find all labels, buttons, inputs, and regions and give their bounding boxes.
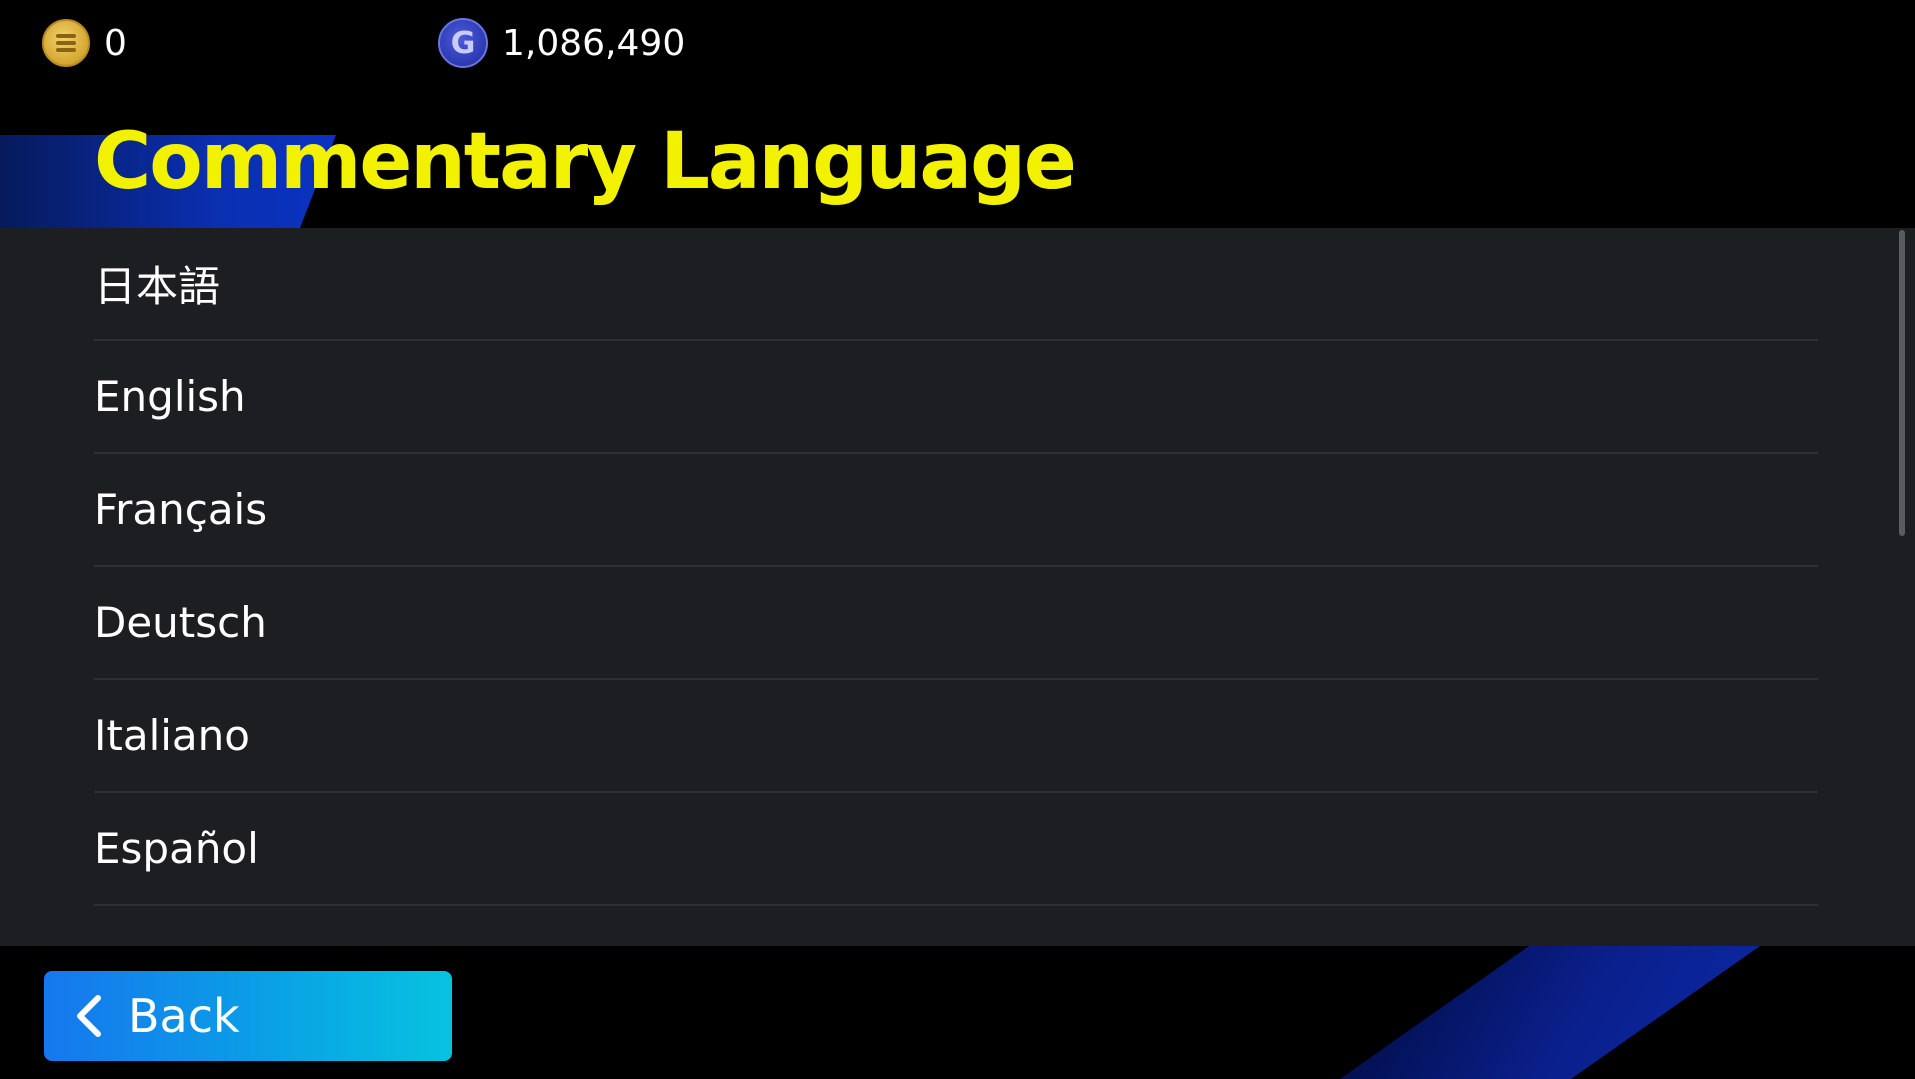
coins-value: 0 (104, 22, 127, 64)
language-option-french[interactable]: Français (94, 454, 1818, 567)
gp-display: G 1,086,490 (438, 18, 685, 68)
background-decoration-band (1340, 946, 1760, 1079)
language-option-spanish[interactable]: Español (94, 793, 1818, 906)
language-option-italian[interactable]: Italiano (94, 680, 1818, 793)
ecoin-icon (42, 19, 90, 67)
language-option-english[interactable]: English (94, 341, 1818, 454)
language-option-label: Italiano (94, 711, 250, 760)
language-list: 日本語 English Français Deutsch Italiano Es… (0, 228, 1915, 946)
screen: 0 G 1,086,490 Commentary Language 日本語 En… (0, 0, 1915, 1079)
gp-icon-glyph: G (450, 25, 476, 61)
language-option-label: 日本語 (94, 262, 221, 311)
coins-display: 0 (42, 18, 127, 68)
language-option-label: Deutsch (94, 598, 267, 647)
language-option-label: English (94, 372, 246, 421)
back-button-label: Back (128, 989, 240, 1043)
back-button[interactable]: Back (44, 971, 452, 1061)
chevron-left-icon (77, 995, 101, 1037)
gp-icon: G (438, 18, 488, 68)
language-option-label: Español (94, 824, 259, 873)
list-scrollbar[interactable] (1899, 230, 1905, 536)
page-title: Commentary Language (94, 117, 1077, 207)
language-option-label: Français (94, 485, 268, 534)
gp-value: 1,086,490 (502, 22, 686, 64)
language-option-japanese[interactable]: 日本語 (94, 228, 1818, 341)
language-option-german[interactable]: Deutsch (94, 567, 1818, 680)
